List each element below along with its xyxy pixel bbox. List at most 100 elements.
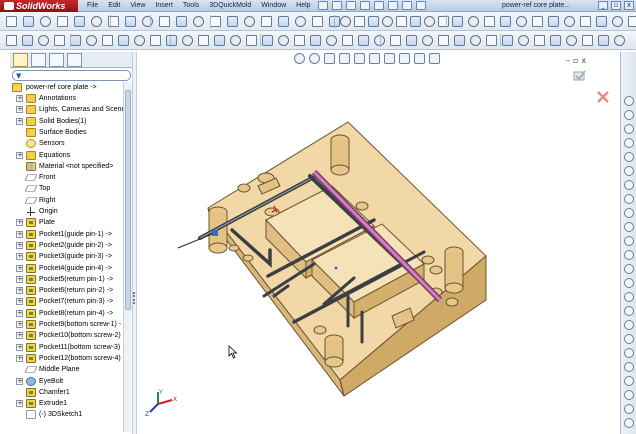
task-pane-tool-icon[interactable] [624, 334, 634, 344]
expand-toggle-icon[interactable]: + [16, 400, 23, 408]
expand-toggle-icon[interactable]: + [16, 95, 23, 102]
tree-item[interactable]: Chamfer1 [10, 387, 123, 398]
tb2-tool-icon[interactable] [118, 35, 129, 46]
tb2-tool-icon[interactable] [278, 35, 289, 46]
expand-toggle-icon[interactable]: + [16, 264, 23, 272]
tb2-tool-icon[interactable] [166, 35, 177, 46]
task-pane-tool-icon[interactable] [624, 348, 634, 358]
tb2-tool-icon[interactable] [22, 35, 33, 46]
expand-toggle-icon[interactable]: + [16, 219, 23, 227]
tb1-tool-icon[interactable] [580, 16, 591, 27]
maximize-button[interactable]: ▫ [611, 1, 621, 10]
tree-item[interactable]: + Lights, Cameras and Scene [10, 104, 123, 115]
tb1-tool-icon[interactable] [424, 16, 435, 27]
tree-item[interactable]: + Pocket2(guide pin-2) -> [10, 240, 123, 251]
task-pane-tool-icon[interactable] [624, 250, 634, 260]
tree-item[interactable]: + Pocket12(bottom screw-4) [10, 353, 123, 364]
new-document-icon[interactable] [318, 1, 328, 10]
task-pane-tool-icon[interactable] [624, 236, 634, 246]
task-pane-tool-icon[interactable] [624, 152, 634, 162]
tb1-tool-icon[interactable] [210, 16, 221, 27]
tree-item[interactable]: + Extrude1 [10, 398, 123, 409]
tb1-tool-icon[interactable] [244, 16, 255, 27]
task-pane-tool-icon[interactable] [624, 166, 634, 176]
core-plate-model[interactable] [138, 52, 620, 434]
feature-tree-scrollbar[interactable] [123, 82, 132, 432]
tree-item[interactable]: + Pocket9(bottom screw-1) - [10, 319, 123, 330]
tree-item[interactable]: + Pocket6(return pin-2) -> [10, 285, 123, 296]
tb1-tool-icon[interactable] [452, 16, 463, 27]
undo-icon[interactable] [374, 1, 384, 10]
tree-item[interactable]: + Plate [10, 217, 123, 228]
tb1-tool-icon[interactable] [548, 16, 559, 27]
scroll-thumb[interactable] [125, 90, 131, 310]
task-pane-tool-icon[interactable] [624, 320, 634, 330]
task-pane-tool-icon[interactable] [624, 124, 634, 134]
tb2-tool-icon[interactable] [358, 35, 369, 46]
tb2-tool-icon[interactable] [534, 35, 545, 46]
tb1-tool-icon[interactable] [40, 16, 51, 27]
tb2-tool-icon[interactable] [518, 35, 529, 46]
tb1-tool-icon[interactable] [176, 16, 187, 27]
rebuild-icon[interactable] [402, 1, 412, 10]
task-pane-tool-icon[interactable] [624, 292, 634, 302]
tb1-tool-icon[interactable] [438, 16, 449, 27]
tb2-tool-icon[interactable] [470, 35, 481, 46]
menu-file[interactable]: File [82, 0, 103, 12]
expand-toggle-icon[interactable]: + [16, 241, 23, 249]
tb2-tool-icon[interactable] [582, 35, 593, 46]
tree-item[interactable]: + Pocket10(bottom screw-2) [10, 330, 123, 341]
task-pane-tool-icon[interactable] [624, 180, 634, 190]
tb1-tool-icon[interactable] [532, 16, 543, 27]
tree-item[interactable]: Right [10, 195, 123, 206]
tree-item[interactable]: Front [10, 172, 123, 183]
task-pane-tool-icon[interactable] [624, 418, 634, 428]
tb1-tool-icon[interactable] [340, 16, 351, 27]
expand-toggle-icon[interactable]: + [16, 321, 23, 328]
tb1-tool-icon[interactable] [295, 16, 306, 27]
tree-item[interactable]: + Pocket11(bottom screw-3) [10, 342, 123, 353]
tb2-tool-icon[interactable] [390, 35, 401, 46]
property-manager-tab[interactable] [31, 53, 46, 67]
tb1-tool-icon[interactable] [312, 16, 323, 27]
task-pane-tool-icon[interactable] [624, 222, 634, 232]
tb2-tool-icon[interactable] [326, 35, 337, 46]
tb2-tool-icon[interactable] [198, 35, 209, 46]
tb2-tool-icon[interactable] [102, 35, 113, 46]
tb1-tool-icon[interactable] [125, 16, 136, 27]
task-pane-tool-icon[interactable] [624, 306, 634, 316]
menu-edit[interactable]: Edit [103, 0, 125, 12]
tb1-tool-icon[interactable] [193, 16, 204, 27]
panel-splitter[interactable] [132, 52, 137, 434]
tb1-tool-icon[interactable] [91, 16, 102, 27]
tb2-tool-icon[interactable] [182, 35, 193, 46]
tb1-tool-icon[interactable] [396, 16, 407, 27]
expand-toggle-icon[interactable]: + [16, 275, 23, 283]
task-pane-tool-icon[interactable] [624, 110, 634, 120]
tree-item[interactable]: Top [10, 183, 123, 194]
tree-item[interactable]: + Pocket4(guide pin-4) -> [10, 263, 123, 274]
tb1-tool-icon[interactable] [74, 16, 85, 27]
tb2-tool-icon[interactable] [262, 35, 273, 46]
tb1-tool-icon[interactable] [382, 16, 393, 27]
expand-toggle-icon[interactable]: + [16, 332, 23, 340]
tb1-tool-icon[interactable] [564, 16, 575, 27]
tree-item[interactable]: + Solid Bodies(1) [10, 116, 123, 127]
task-pane-tool-icon[interactable] [624, 376, 634, 386]
tree-item[interactable]: + Equations [10, 150, 123, 161]
tree-item[interactable]: Origin [10, 206, 123, 217]
appearance-manager-tab[interactable] [67, 53, 82, 67]
expand-toggle-icon[interactable]: + [16, 117, 23, 125]
print-icon[interactable] [360, 1, 370, 10]
expand-toggle-icon[interactable]: + [16, 106, 23, 114]
tb1-tool-icon[interactable] [628, 16, 636, 27]
tb1-tool-icon[interactable] [159, 16, 170, 27]
tree-item[interactable]: + Pocket8(return pin-4) -> [10, 308, 123, 319]
tb2-tool-icon[interactable] [38, 35, 49, 46]
tb2-tool-icon[interactable] [150, 35, 161, 46]
tb1-tool-icon[interactable] [227, 16, 238, 27]
tb2-tool-icon[interactable] [598, 35, 609, 46]
tb2-tool-icon[interactable] [86, 35, 97, 46]
tb2-tool-icon[interactable] [454, 35, 465, 46]
tb1-tool-icon[interactable] [142, 16, 153, 27]
